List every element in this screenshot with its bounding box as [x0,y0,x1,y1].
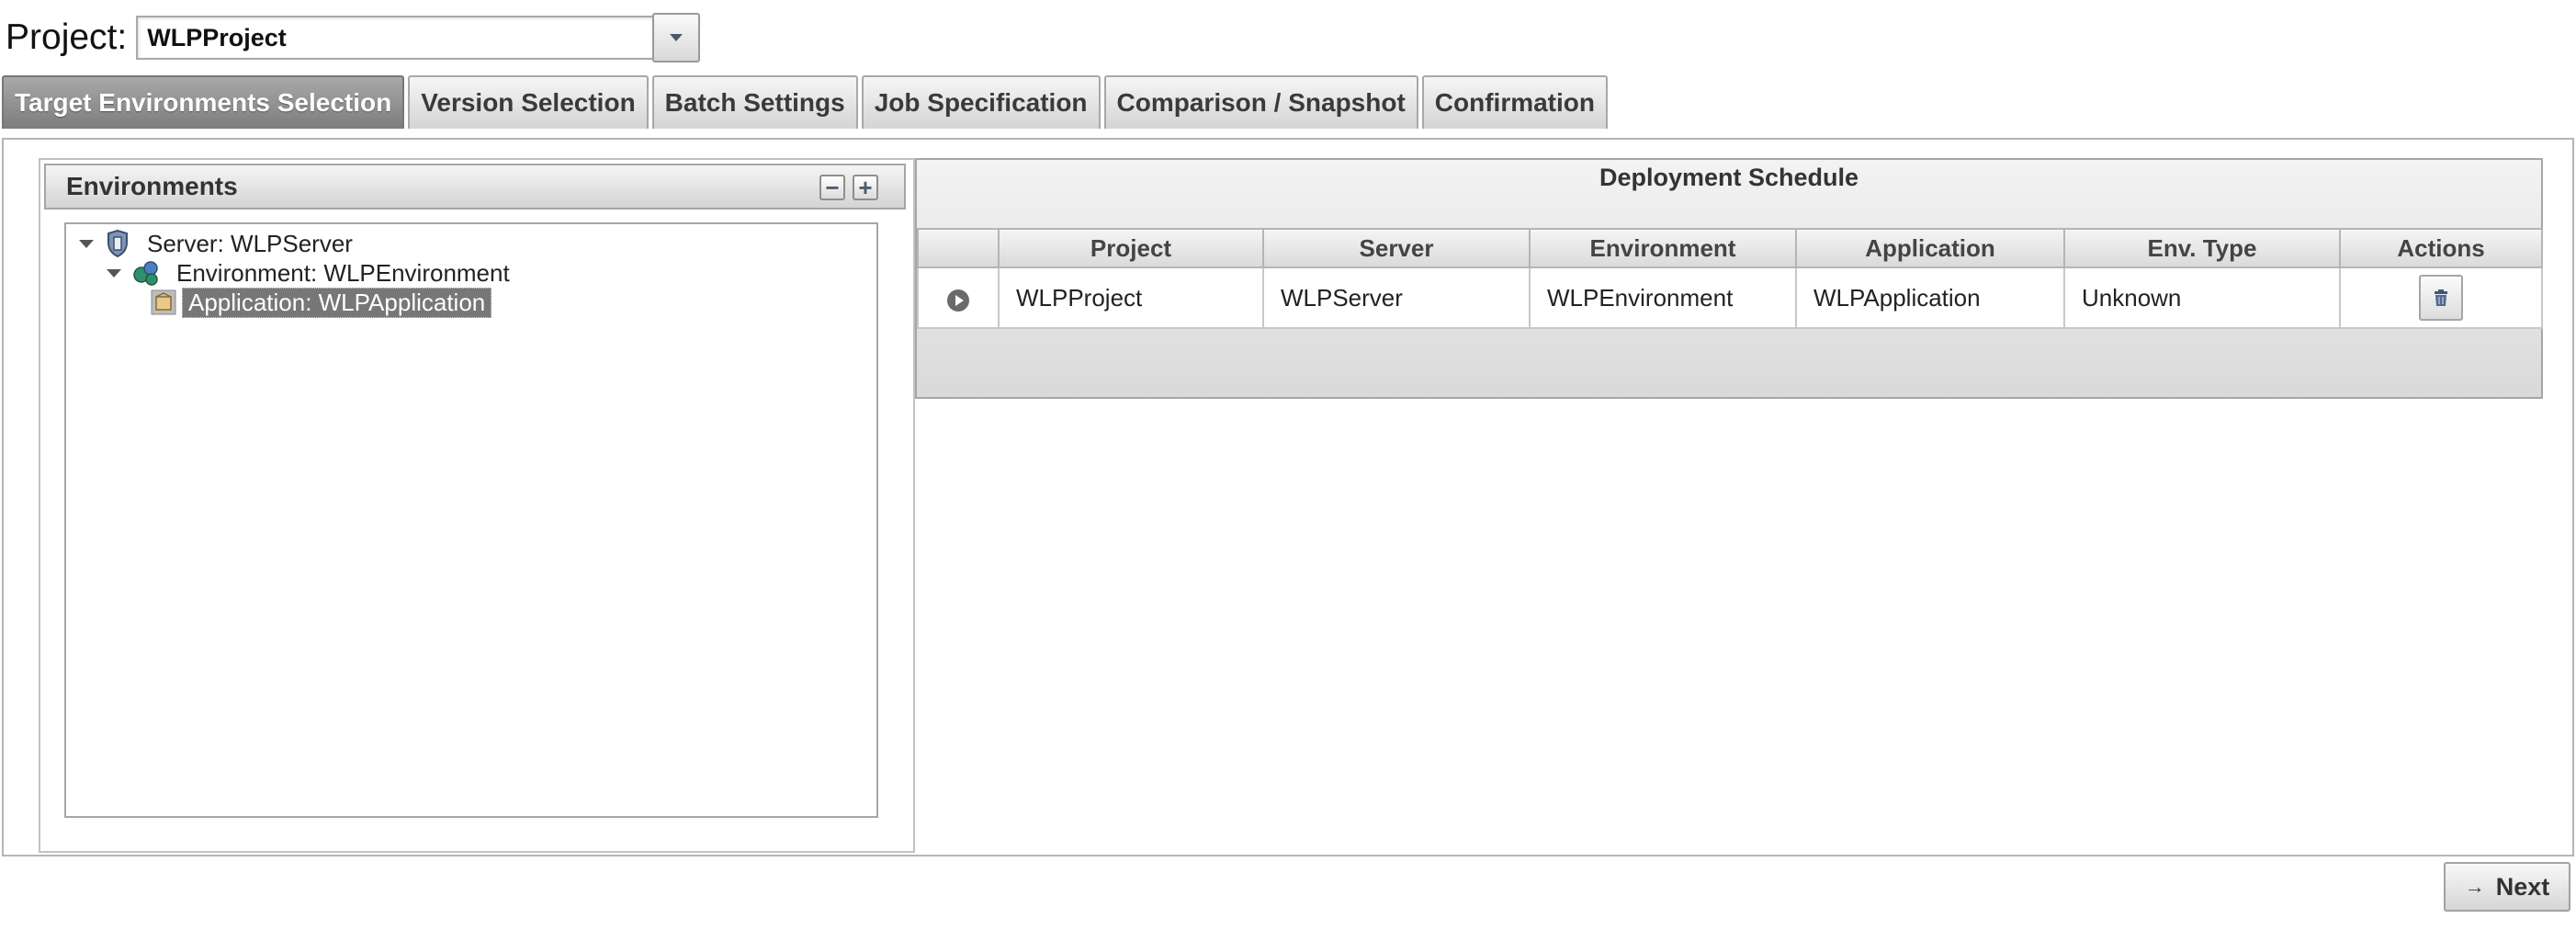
expand-triangle-icon[interactable] [79,239,94,248]
column-header-env-type[interactable]: Env. Type [2063,228,2341,268]
tree-node-label-selected: Application: WLPApplication [182,287,492,318]
cell-environment: WLPEnvironment [1529,267,1797,329]
tree-node-server[interactable]: Server: WLPServer [79,230,353,257]
tab-version-selection[interactable]: Version Selection [408,75,649,129]
column-header-application[interactable]: Application [1795,228,2065,268]
tab-target-environments-selection[interactable]: Target Environments Selection [2,75,405,129]
application-package-icon [151,289,176,315]
cell-application: WLPApplication [1795,267,2065,329]
delete-row-button[interactable] [2419,275,2463,321]
environments-panel-header: Environments − + [44,164,906,210]
environments-title: Environments [66,172,238,200]
project-select-input[interactable] [136,16,653,60]
column-header-actions: Actions [2339,228,2543,268]
minus-icon: − [825,174,840,201]
table-row[interactable]: WLPProject WLPServer WLPEnvironment WLPA… [917,267,2543,329]
deployment-schedule-panel: Deployment Schedule Project Server Envir… [915,158,2543,399]
cell-server: WLPServer [1262,267,1531,329]
tree-node-label: Server: WLPServer [147,229,353,257]
environments-tree: Server: WLPServer Environment: WLPEnviro… [64,222,878,818]
wizard-tabs: Target Environments Selection Version Se… [2,75,1611,129]
plus-icon: + [858,174,873,201]
next-button-label: Next [2495,872,2550,901]
trash-icon [2435,289,2447,306]
column-header-expander [917,228,1000,268]
tab-job-specification[interactable]: Job Specification [861,75,1101,129]
expand-triangle-icon[interactable] [107,268,121,278]
chevron-down-icon [670,34,684,41]
deployment-schedule-table: Project Server Environment Application E… [917,228,2543,329]
project-bar: Project: [6,13,701,62]
tab-confirmation[interactable]: Confirmation [1421,75,1608,129]
column-header-environment[interactable]: Environment [1529,228,1797,268]
environment-globe-icon [133,261,158,286]
play-circle-icon[interactable] [947,289,969,312]
server-shield-icon [107,230,128,257]
row-expander-cell[interactable] [917,267,1000,329]
project-label: Project: [6,17,128,57]
expand-all-button[interactable]: + [853,175,878,200]
column-header-project[interactable]: Project [998,228,1264,268]
project-dropdown-button[interactable] [652,13,701,62]
column-header-server[interactable]: Server [1262,228,1531,268]
collapse-all-button[interactable]: − [819,175,845,200]
table-header-row: Project Server Environment Application E… [917,228,2543,268]
cell-project: WLPProject [998,267,1264,329]
tree-node-environment[interactable]: Environment: WLPEnvironment [107,259,510,287]
deployment-schedule-title: Deployment Schedule [1599,164,1859,191]
cell-actions [2339,267,2543,329]
tab-comparison-snapshot[interactable]: Comparison / Snapshot [1103,75,1418,129]
arrow-right-icon: → [2464,875,2485,898]
next-button[interactable]: → Next [2444,862,2570,912]
tab-batch-settings[interactable]: Batch Settings [651,75,858,129]
tree-node-label: Environment: WLPEnvironment [176,258,510,287]
tree-node-application[interactable]: Application: WLPApplication [151,287,492,318]
cell-env-type: Unknown [2063,267,2341,329]
